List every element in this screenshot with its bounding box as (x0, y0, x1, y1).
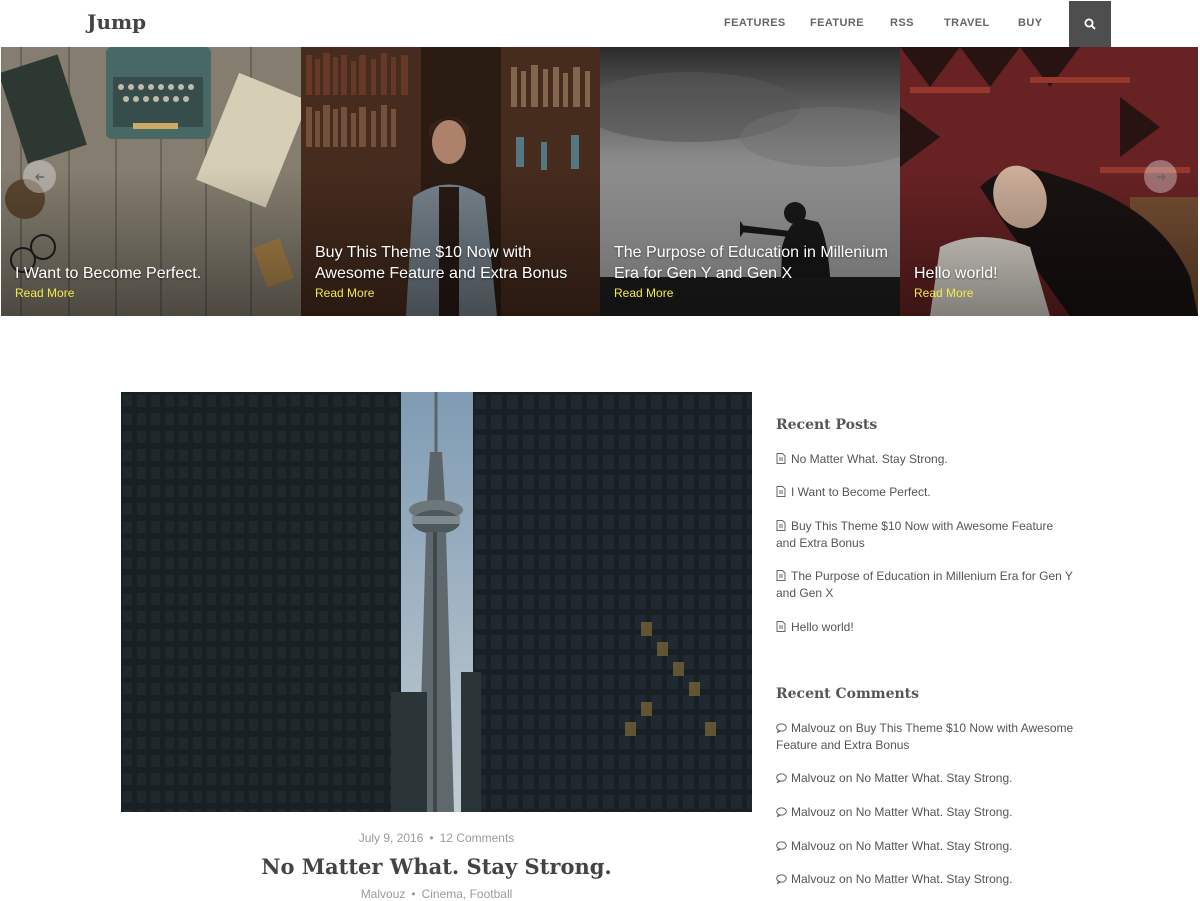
nav-item-rss[interactable]: RSS (890, 0, 914, 47)
comment-icon (776, 773, 787, 784)
document-icon (776, 570, 786, 581)
recent-posts-title: Recent Posts (776, 417, 878, 433)
comment-icon (776, 841, 787, 852)
recent-comment-item: Malvouz on No Matter What. Stay Strong. (776, 871, 1076, 888)
search-button[interactable] (1069, 1, 1111, 47)
comment-on-text: on (839, 771, 853, 785)
recent-post-link[interactable]: Buy This Theme $10 Now with Awesome Feat… (776, 519, 1053, 550)
read-more-link[interactable]: Read More (914, 286, 973, 300)
comment-post-link[interactable]: No Matter What. Stay Strong. (856, 805, 1013, 819)
comment-on-text: on (839, 839, 853, 853)
post-author[interactable]: Malvouz (361, 887, 406, 901)
slide-caption: Buy This Theme $10 Now with Awesome Feat… (315, 242, 591, 302)
comment-icon (776, 723, 787, 734)
site-header: Jump FEATURES FEATURE RSS TRAVEL BUY (0, 0, 1200, 47)
comment-post-link[interactable]: No Matter What. Stay Strong. (856, 771, 1013, 785)
post-meta: July 9, 2016 • 12 Comments (121, 831, 752, 845)
recent-comment-item: Malvouz on No Matter What. Stay Strong. (776, 838, 1076, 855)
comment-post-link[interactable]: No Matter What. Stay Strong. (856, 839, 1013, 853)
comment-post-link[interactable]: No Matter What. Stay Strong. (856, 872, 1013, 886)
recent-comment-item: Malvouz on No Matter What. Stay Strong. (776, 804, 1076, 821)
site-logo[interactable]: Jump (87, 10, 146, 34)
post-title[interactable]: No Matter What. Stay Strong. (121, 854, 752, 879)
comment-icon (776, 874, 787, 885)
comment-author[interactable]: Malvouz (791, 839, 836, 853)
nav-item-feature[interactable]: FEATURE (810, 0, 864, 47)
recent-post-link[interactable]: I Want to Become Perfect. (791, 485, 931, 499)
comment-author[interactable]: Malvouz (791, 771, 836, 785)
slide-3[interactable]: The Purpose of Education in Millenium Er… (600, 47, 900, 316)
comment-on-text: on (839, 805, 853, 819)
search-icon (1084, 18, 1096, 30)
post-comments-count[interactable]: 12 Comments (440, 831, 515, 845)
nav-item-travel[interactable]: TRAVEL (944, 0, 990, 47)
recent-post-link[interactable]: The Purpose of Education in Millenium Er… (776, 569, 1073, 600)
separator-dot: • (429, 831, 434, 845)
comment-on-text: on (839, 721, 853, 735)
nav-item-features[interactable]: FEATURES (724, 0, 786, 47)
comment-author[interactable]: Malvouz (791, 805, 836, 819)
document-icon (776, 486, 786, 497)
slider-prev-button[interactable] (23, 160, 56, 193)
slider-next-button[interactable] (1144, 160, 1177, 193)
recent-comment-item: Malvouz on Buy This Theme $10 Now with A… (776, 720, 1076, 754)
featured-slider: I Want to Become Perfect. Read More Buy … (1, 47, 1198, 316)
document-icon (776, 621, 786, 632)
arrow-right-icon (1156, 173, 1166, 180)
read-more-link[interactable]: Read More (15, 286, 74, 300)
slide-title[interactable]: I Want to Become Perfect. (15, 263, 291, 284)
recent-comments-title: Recent Comments (776, 686, 920, 702)
slide-caption: I Want to Become Perfect. Read More (15, 263, 291, 302)
recent-post-link[interactable]: No Matter What. Stay Strong. (791, 452, 948, 466)
post-byline: Malvouz • Cinema, Football (121, 887, 752, 901)
recent-post-item[interactable]: I Want to Become Perfect. (776, 484, 1076, 501)
slide-title[interactable]: The Purpose of Education in Millenium Er… (614, 242, 890, 284)
read-more-link[interactable]: Read More (315, 286, 374, 300)
recent-post-item[interactable]: Buy This Theme $10 Now with Awesome Feat… (776, 518, 1076, 552)
cn-tower-image (121, 392, 752, 812)
slide-caption: Hello world! Read More (914, 263, 1188, 302)
slide-2[interactable]: Buy This Theme $10 Now with Awesome Feat… (301, 47, 601, 316)
post-date[interactable]: July 9, 2016 (359, 831, 424, 845)
post-categories[interactable]: Cinema, Football (422, 887, 513, 901)
recent-post-item[interactable]: Hello world! (776, 619, 1076, 636)
separator-dot: • (411, 887, 416, 901)
post-featured-image[interactable] (121, 392, 752, 812)
nav-item-buy[interactable]: BUY (1018, 0, 1042, 47)
slide-title[interactable]: Buy This Theme $10 Now with Awesome Feat… (315, 242, 591, 284)
comment-icon (776, 807, 787, 818)
comment-on-text: on (839, 872, 853, 886)
comment-author[interactable]: Malvouz (791, 872, 836, 886)
recent-post-item[interactable]: No Matter What. Stay Strong. (776, 451, 1076, 468)
read-more-link[interactable]: Read More (614, 286, 673, 300)
recent-post-link[interactable]: Hello world! (791, 620, 854, 634)
comment-author[interactable]: Malvouz (791, 721, 836, 735)
slide-caption: The Purpose of Education in Millenium Er… (614, 242, 890, 302)
document-icon (776, 520, 786, 531)
document-icon (776, 453, 786, 464)
recent-post-item[interactable]: The Purpose of Education in Millenium Er… (776, 568, 1076, 602)
recent-comment-item: Malvouz on No Matter What. Stay Strong. (776, 770, 1076, 787)
arrow-left-icon (34, 173, 44, 180)
slide-title[interactable]: Hello world! (914, 263, 1188, 284)
